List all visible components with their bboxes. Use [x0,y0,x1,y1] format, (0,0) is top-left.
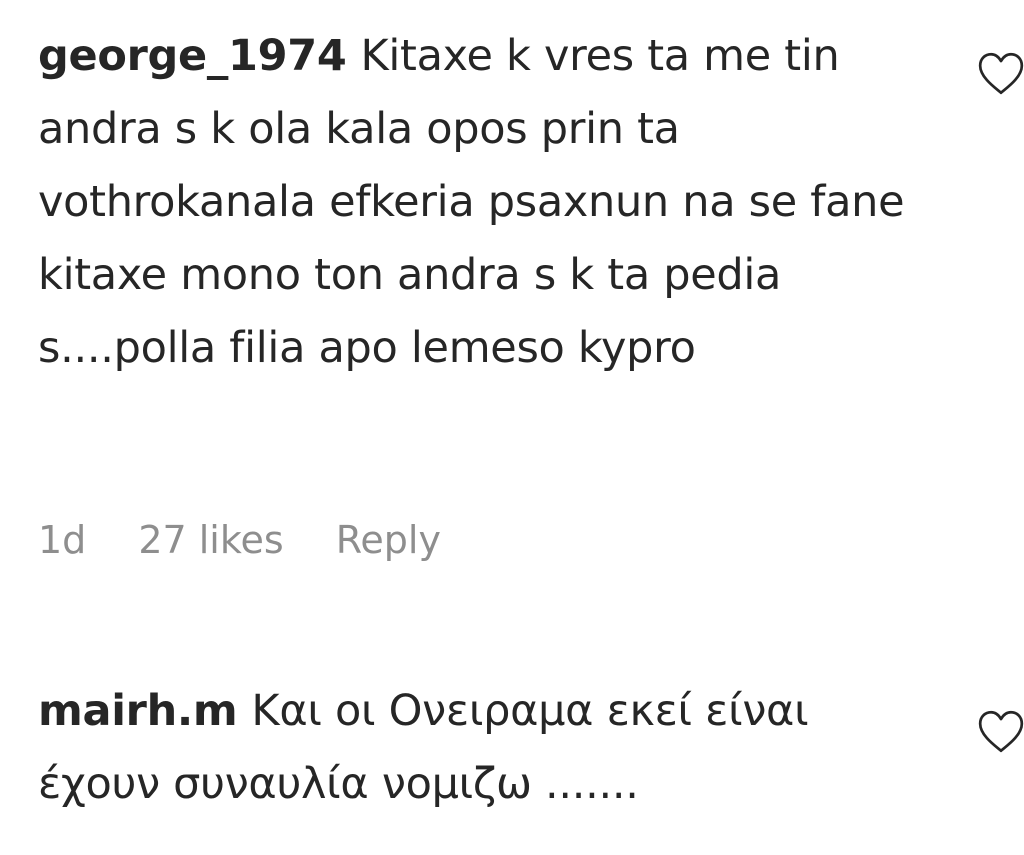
comment-username[interactable]: mairh.m [38,686,238,736]
comment-body: george_1974 Kitaxe k vres ta me tin andra… [38,20,918,385]
comment-username[interactable]: george_1974 [38,31,347,81]
comment-meta: 1d 27 likes Reply [38,518,441,562]
heart-outline-icon[interactable] [976,708,1024,754]
comment-item: mairh.m Και οι Ονειραμα εκεί είναι έχουν … [38,675,938,821]
comment-body: mairh.m Και οι Ονειραμα εκεί είναι έχουν … [38,675,918,821]
reply-button[interactable]: Reply [336,518,441,562]
comment-likes-count[interactable]: 27 likes [138,518,283,562]
heart-outline-icon[interactable] [976,50,1024,96]
comment-text: Kitaxe k vres ta me tin andra s k ola ka… [38,31,905,373]
comment-item: george_1974 Kitaxe k vres ta me tin andra… [38,20,938,562]
comment-timestamp[interactable]: 1d [38,518,86,562]
